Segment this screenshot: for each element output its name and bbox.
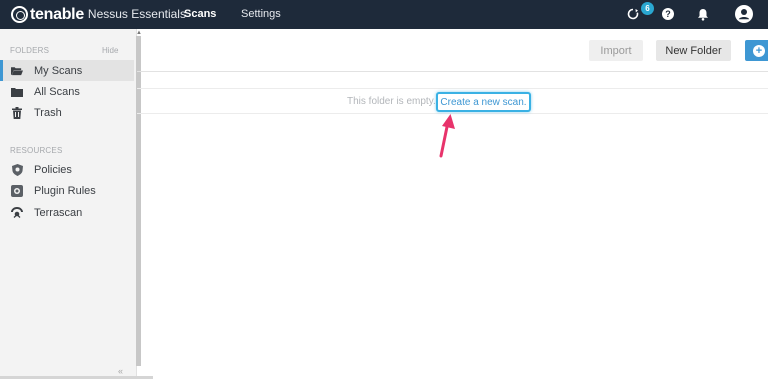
nav-scans[interactable]: Scans bbox=[184, 8, 216, 20]
sidebar-item-label: My Scans bbox=[34, 64, 83, 77]
svg-text:?: ? bbox=[665, 9, 671, 19]
terrascan-icon bbox=[11, 207, 23, 219]
product-name: Nessus Essentials bbox=[87, 7, 186, 21]
sidebar-scrollbar[interactable]: ▲ bbox=[135, 30, 142, 367]
sidebar-item-all-scans[interactable]: All Scans bbox=[0, 81, 134, 102]
sidebar-item-trash[interactable]: Trash bbox=[0, 102, 134, 123]
new-folder-button[interactable]: New Folder bbox=[656, 40, 731, 61]
scrollbar-thumb[interactable] bbox=[136, 36, 141, 366]
folder-open-icon bbox=[11, 65, 23, 77]
annotation-arrow-icon bbox=[439, 114, 455, 158]
sidebar-item-label: Trash bbox=[34, 106, 62, 119]
sidebar-item-plugin-rules[interactable]: Plugin Rules bbox=[0, 180, 134, 201]
sidebar-item-terrascan[interactable]: Terrascan bbox=[0, 202, 134, 223]
bell-icon[interactable] bbox=[695, 6, 711, 22]
sidebar-item-label: All Scans bbox=[34, 85, 80, 98]
resources-section-label: RESOURCES bbox=[10, 146, 63, 155]
logo-text: tenable bbox=[30, 6, 84, 23]
empty-folder-message: This folder is empty. bbox=[347, 96, 436, 107]
sidebar: FOLDERS Hide My Scans All Scans Trash RE… bbox=[0, 29, 137, 379]
sync-icon[interactable] bbox=[625, 6, 641, 22]
sidebar-item-policies[interactable]: Policies bbox=[0, 159, 134, 180]
nav-settings[interactable]: Settings bbox=[241, 8, 281, 20]
user-icon[interactable] bbox=[735, 5, 753, 23]
collapse-sidebar-button[interactable]: « bbox=[118, 366, 123, 376]
sidebar-item-label: Policies bbox=[34, 163, 72, 176]
plus-circle-icon: + bbox=[753, 44, 765, 57]
sidebar-item-label: Plugin Rules bbox=[34, 184, 96, 197]
new-scan-button[interactable]: + bbox=[745, 40, 768, 61]
create-new-scan-link[interactable]: Create a new scan. bbox=[436, 92, 531, 112]
toolbar-divider bbox=[137, 71, 768, 72]
trash-icon bbox=[11, 106, 23, 119]
top-bar: tenable Nessus Essentials Scans Settings… bbox=[0, 0, 768, 29]
sidebar-item-my-scans[interactable]: My Scans bbox=[0, 60, 134, 81]
import-button[interactable]: Import bbox=[589, 40, 643, 61]
hide-sidebar-link[interactable]: Hide bbox=[102, 46, 118, 55]
tenable-logo-icon bbox=[11, 6, 28, 23]
tenable-logo[interactable]: tenable Nessus Essentials bbox=[11, 5, 186, 24]
shield-icon bbox=[11, 163, 23, 176]
plugin-rules-icon bbox=[11, 184, 23, 197]
sidebar-item-label: Terrascan bbox=[34, 206, 83, 219]
folder-icon bbox=[11, 86, 23, 98]
folders-section-label: FOLDERS bbox=[10, 46, 50, 55]
help-icon[interactable]: ? bbox=[660, 6, 676, 22]
notification-badge: 6 bbox=[641, 2, 654, 15]
